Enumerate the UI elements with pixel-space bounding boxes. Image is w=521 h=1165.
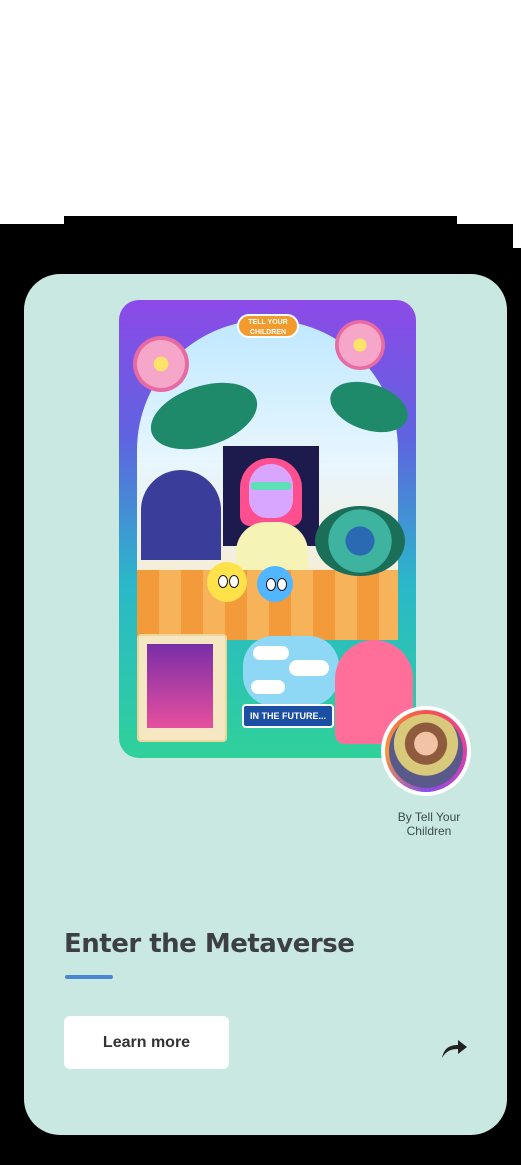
peacock (315, 506, 405, 576)
character-torso (236, 522, 308, 570)
eye-icon (229, 575, 239, 588)
character-face (249, 464, 293, 518)
orchid-flower-right (335, 320, 385, 370)
cloud-window (243, 636, 339, 706)
share-button[interactable] (436, 1034, 470, 1064)
creator-label: By Tell Your Children (397, 810, 461, 838)
frame-edge-left (0, 216, 64, 224)
title-underline (65, 975, 113, 979)
cloud-icon (289, 660, 329, 676)
yellow-flower-character (207, 562, 247, 602)
mini-artwork-image (147, 644, 213, 728)
avatar-photo (389, 714, 463, 788)
learn-more-button[interactable]: Learn more (64, 1016, 229, 1069)
eye-icon (277, 578, 287, 591)
artwork-logo: TELL YOUR CHILDREN (237, 314, 299, 338)
creator-avatar[interactable] (381, 706, 471, 796)
blue-flower-character (257, 566, 293, 602)
orchid-flower-left (133, 336, 189, 392)
eye-icon (218, 575, 228, 588)
share-arrow-icon (442, 1040, 467, 1058)
metaverse-card: TELL YOUR CHILDREN IN THE FUTURE... By T… (24, 274, 507, 1135)
eye-icon (266, 578, 276, 591)
nft-artwork[interactable]: TELL YOUR CHILDREN IN THE FUTURE... (119, 300, 416, 758)
character-glasses (251, 482, 291, 490)
frame-edge-right (457, 216, 521, 224)
cloud-icon (253, 646, 289, 660)
bush-left (141, 470, 221, 560)
cloud-icon (251, 680, 285, 694)
frame-edge-right-lower (513, 224, 521, 248)
artwork-caption: IN THE FUTURE... (242, 704, 334, 728)
section-title: Enter the Metaverse (64, 929, 355, 959)
